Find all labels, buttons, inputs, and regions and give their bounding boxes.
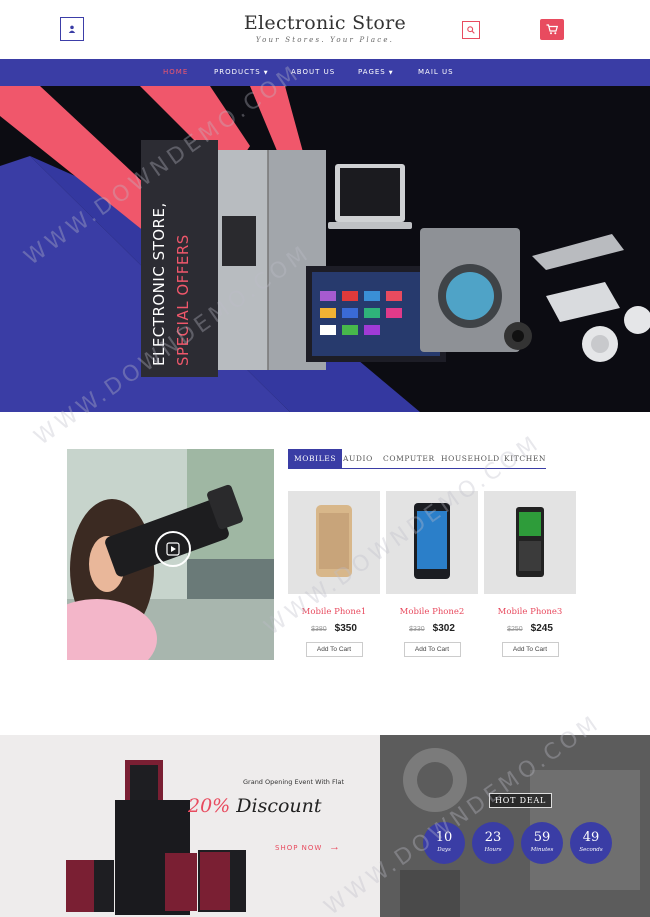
product-card: Mobile Phone1 $380 $350 Add To Cart [288,491,380,657]
countdown-label: Days [437,847,451,853]
hero-headline: ELECTRONIC STORE, SPECIAL OFFERS [150,202,192,366]
site-header: Electronic Store Your Stores. Your Place… [0,0,650,59]
product-image[interactable] [386,491,478,594]
search-icon [467,26,475,34]
current-price: $245 [530,623,553,634]
countdown-days: 10 Days [423,822,465,864]
hero-line-1: ELECTRONIC STORE, [150,202,168,366]
nav-item-home[interactable]: HOME [163,59,188,86]
countdown-value: 49 [582,830,600,845]
tab-household[interactable]: HOUSEHOLD [441,449,500,468]
product-price: $250 $245 [484,623,576,634]
speaker-system-image [66,760,246,915]
nav-item-label: HOME [163,68,189,76]
play-icon [166,542,180,556]
product-image[interactable] [288,491,380,594]
add-to-cart-button[interactable]: Add To Cart [305,642,363,657]
hot-deal-label: HOT DEAL [489,793,553,808]
user-icon [68,25,76,33]
cart-icon [546,24,558,35]
hero-line-2: SPECIAL OFFERS [174,234,192,366]
countdown-hours: 23 Hours [472,822,514,864]
arrow-right-icon[interactable]: → [329,841,340,853]
countdown-label: Hours [484,847,502,853]
product-image[interactable] [484,491,576,594]
countdown-value: 59 [533,830,551,845]
nav-item-products[interactable]: PRODUCTS ▼ [214,59,269,86]
hot-deal-promo: HOT DEAL 10 Days 23 Hours 59 Minutes 49 … [380,735,650,917]
phone-image [546,282,620,322]
product-tabs: MOBILES AUDIO COMPUTER HOUSEHOLD KITCHEN [288,449,546,469]
main-nav: HOME PRODUCTS ▼ ABOUT US PAGES ▼ MAIL US [0,59,650,86]
product-card: Mobile Phone2 $330 $302 Add To Cart [386,491,478,657]
tab-mobiles[interactable]: MOBILES [288,449,343,468]
nav-item-about-us[interactable]: ABOUT US [291,59,335,86]
countdown-label: Seconds [579,847,603,853]
brand-title: Electronic Store [243,12,407,34]
nav-item-label: PAGES [358,68,386,76]
hero-banner: ELECTRONIC STORE, SPECIAL OFFERS [0,86,650,412]
countdown-label: Minutes [530,847,554,853]
promo-headline: 20% Discount [188,795,322,817]
current-price: $302 [432,623,455,634]
countdown-seconds: 49 Seconds [570,822,612,864]
countdown-minutes: 59 Minutes [521,822,563,864]
phone-gold-image [316,505,352,577]
tab-computer[interactable]: COMPUTER [383,449,435,468]
product-card: Mobile Phone3 $250 $245 Add To Cart [484,491,576,657]
nav-item-label: ABOUT US [291,68,336,76]
nav-item-pages[interactable]: PAGES ▼ [358,59,394,86]
product-price: $330 $302 [386,623,478,634]
product-name[interactable]: Mobile Phone1 [288,607,380,617]
old-price: $380 [311,626,327,633]
play-button[interactable] [155,531,191,567]
caret-down-icon: ▼ [263,70,269,76]
brand[interactable]: Electronic Store Your Stores. Your Place… [200,12,450,44]
tab-audio[interactable]: AUDIO [343,449,373,468]
current-price: $350 [334,623,357,634]
macbook-image [532,234,624,270]
hero-graphic [0,86,650,412]
hot-deal-background-image [380,735,650,917]
nav-item-mail-us[interactable]: MAIL US [418,59,454,86]
product-name[interactable]: Mobile Phone3 [484,607,576,617]
promo-video[interactable] [67,449,274,660]
promo-percent: 20% [188,795,231,817]
shop-now-link[interactable]: SHOP NOW [275,844,322,852]
discount-promo: Grand Opening Event With Flat 20% Discou… [0,735,380,917]
product-name[interactable]: Mobile Phone2 [386,607,478,617]
promo-subtitle: Grand Opening Event With Flat [243,778,345,786]
caret-down-icon: ▼ [388,70,394,76]
add-to-cart-button[interactable]: Add To Cart [501,642,559,657]
add-to-cart-button[interactable]: Add To Cart [403,642,461,657]
user-account-button[interactable] [60,17,84,41]
brand-tagline: Your Stores. Your Place. [255,36,395,44]
tab-kitchen[interactable]: KITCHEN [504,449,546,468]
countdown-value: 23 [484,830,502,845]
countdown-value: 10 [435,830,453,845]
product-price: $380 $350 [288,623,380,634]
cart-button[interactable] [540,19,564,40]
search-button[interactable] [462,21,480,39]
old-price: $330 [409,626,425,633]
old-price: $250 [507,626,523,633]
promo-discount-text: Discount [236,795,322,817]
phone-black-image [414,503,450,579]
feature-phone-image [516,507,544,577]
nav-item-label: PRODUCTS [214,68,261,76]
nav-item-label: MAIL US [418,68,454,76]
